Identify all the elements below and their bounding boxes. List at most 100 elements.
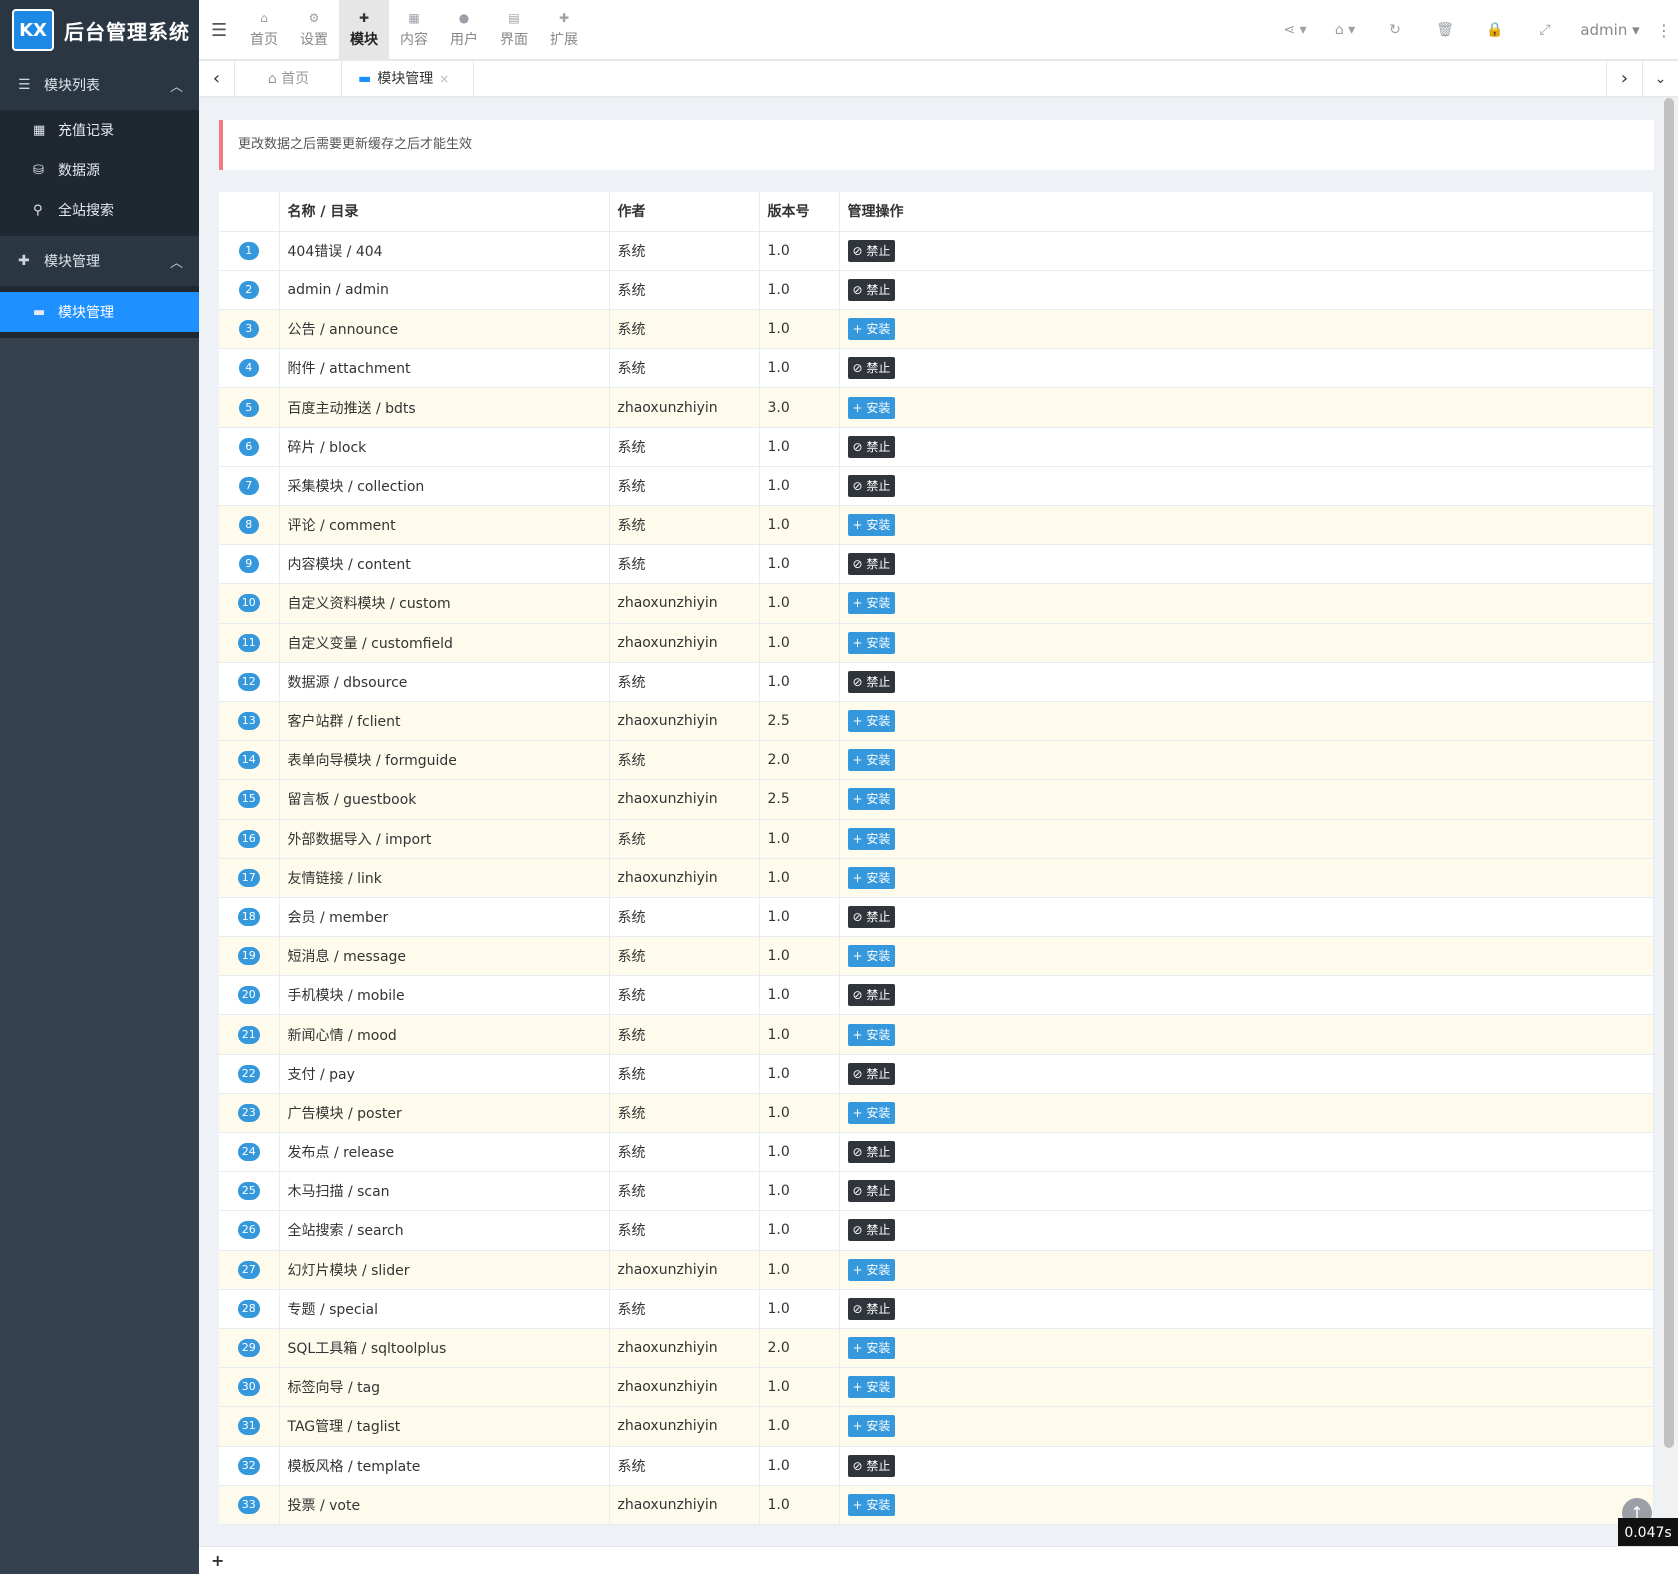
plus-icon: + [852, 753, 863, 768]
disable-button[interactable]: ⊘ 禁止 [847, 1180, 896, 1203]
version-cell: 1.0 [759, 1132, 840, 1173]
install-button[interactable]: + 安装 [847, 866, 896, 889]
row-number-badge: 16 [237, 829, 260, 848]
install-button[interactable]: + 安装 [847, 945, 896, 968]
disable-button[interactable]: ⊘ 禁止 [847, 278, 896, 301]
disable-button[interactable]: ⊘ 禁止 [847, 905, 896, 928]
row-number-cell: 30 [219, 1367, 280, 1408]
author-cell: 系统 [609, 348, 760, 389]
nav-group-module-list[interactable]: ☰ 模块列表 ︿ [0, 60, 199, 110]
nav-group-module-manage[interactable]: ✚ 模块管理 ︿ [0, 236, 199, 286]
home-dropdown-icon[interactable]: ⌂ ▾ [1320, 22, 1370, 38]
trash-icon[interactable]: 🗑 [1420, 22, 1470, 38]
row-number-cell: 3 [219, 309, 280, 350]
topmenu-settings[interactable]: ⚙ 设置 [289, 0, 339, 60]
folder-icon: ▬ [33, 304, 46, 320]
module-name-cell: SQL工具箱 / sqltoolplus [279, 1328, 610, 1369]
tab-scroll-left-icon[interactable]: ‹ [199, 61, 235, 97]
install-button[interactable]: + 安装 [847, 318, 896, 341]
sidebar-item-search[interactable]: ⚲ 全站搜索 [0, 190, 199, 230]
sidebar-item-module-manage[interactable]: ▬ 模块管理 [0, 292, 199, 332]
version-cell: 3.0 [759, 387, 840, 428]
install-button[interactable]: + 安装 [847, 1258, 896, 1281]
disable-button[interactable]: ⊘ 禁止 [847, 553, 896, 576]
install-button[interactable]: + 安装 [847, 396, 896, 419]
plus-icon: + [852, 400, 863, 415]
tab-home[interactable]: ⌂ 首页 [236, 61, 342, 97]
plus-icon: + [852, 596, 863, 611]
brand[interactable]: KX 后台管理系统 [0, 0, 199, 60]
install-button[interactable]: + 安装 [847, 1376, 896, 1399]
version-cell: 2.5 [759, 779, 840, 820]
tab-module-manage[interactable]: ▬ 模块管理 × [342, 61, 474, 97]
topmenu-interface[interactable]: ▤ 界面 [489, 0, 539, 60]
disable-button[interactable]: ⊘ 禁止 [847, 1141, 896, 1164]
row-number-badge: 17 [237, 868, 260, 887]
plus-icon[interactable]: + [211, 1551, 224, 1570]
more-icon[interactable]: ⋮ [1650, 21, 1678, 40]
table-row: 6 碎片 / block 系统 1.0 ⊘ 禁止 [219, 427, 1654, 467]
tab-scroll-right-icon[interactable]: › [1606, 61, 1642, 97]
install-button[interactable]: + 安装 [847, 710, 896, 733]
topmenu-home[interactable]: ⌂ 首页 [239, 0, 289, 60]
disable-button[interactable]: ⊘ 禁止 [847, 670, 896, 693]
disable-button[interactable]: ⊘ 禁止 [847, 1454, 896, 1477]
chevron-down-icon[interactable]: ⌄ [1642, 61, 1678, 97]
row-number-cell: 22 [219, 1054, 280, 1094]
ban-icon: ⊘ [852, 988, 863, 1003]
table-row: 29 SQL工具箱 / sqltoolplus zhaoxunzhiyin 2.0 + … [219, 1328, 1654, 1369]
row-number-badge: 9 [238, 555, 259, 574]
author-cell: 系统 [609, 1446, 760, 1486]
author-cell: 系统 [609, 936, 760, 977]
close-icon[interactable]: × [439, 72, 449, 86]
install-button[interactable]: + 安装 [847, 1337, 896, 1360]
row-number-badge: 19 [237, 947, 260, 966]
topmenu-extend[interactable]: ✚ 扩展 [539, 0, 589, 60]
user-menu[interactable]: admin ▾ [1570, 21, 1650, 39]
topmenu-modules[interactable]: ✚ 模块 [339, 0, 389, 60]
action-cell: ⊘ 禁止 [839, 231, 1654, 271]
disable-button[interactable]: ⊘ 禁止 [847, 984, 896, 1007]
install-button[interactable]: + 安装 [847, 1023, 896, 1046]
table-row: 15 留言板 / guestbook zhaoxunzhiyin 2.5 + 安装 [219, 779, 1654, 820]
disable-button[interactable]: ⊘ 禁止 [847, 1219, 896, 1242]
install-button[interactable]: + 安装 [847, 592, 896, 615]
lock-icon[interactable]: 🔒 [1470, 22, 1520, 38]
install-button[interactable]: + 安装 [847, 514, 896, 537]
row-number-cell: 23 [219, 1093, 280, 1134]
sidebar-item-recharge[interactable]: ▦ 充值记录 [0, 110, 199, 150]
install-button[interactable]: + 安装 [847, 1493, 896, 1516]
sidebar: KX 后台管理系统 ☰ 模块列表 ︿ ▦ 充值记录 ⛁ 数据源 ⚲ 全站搜索 ✚… [0, 0, 199, 1574]
install-button[interactable]: + 安装 [847, 1101, 896, 1124]
disable-button[interactable]: ⊘ 禁止 [847, 239, 896, 262]
install-button[interactable]: + 安装 [847, 788, 896, 811]
tab-label: 模块管理 [377, 71, 434, 87]
ban-icon: ⊘ [852, 1223, 863, 1238]
chevron-up-icon: ︿ [169, 256, 183, 271]
row-number-cell: 32 [219, 1446, 280, 1486]
plus-icon: + [852, 635, 863, 650]
row-number-cell: 16 [219, 819, 280, 859]
share-icon[interactable]: ⋖ ▾ [1270, 22, 1320, 38]
disable-button[interactable]: ⊘ 禁止 [847, 435, 896, 458]
disable-button[interactable]: ⊘ 禁止 [847, 1062, 896, 1085]
fullscreen-icon[interactable]: ⤢ [1520, 22, 1570, 38]
install-button[interactable]: + 安装 [847, 749, 896, 772]
table-row: 2 admin / admin 系统 1.0 ⊘ 禁止 [219, 270, 1654, 311]
topmenu-users[interactable]: ● 用户 [439, 0, 489, 60]
scrollbar-thumb[interactable] [1664, 98, 1674, 1448]
refresh-icon[interactable]: ↻ [1370, 22, 1420, 38]
topmenu-content[interactable]: ▦ 内容 [389, 0, 439, 60]
scrollbar[interactable] [1660, 98, 1678, 1546]
disable-button[interactable]: ⊘ 禁止 [847, 474, 896, 497]
disable-button[interactable]: ⊘ 禁止 [847, 1297, 896, 1320]
install-button[interactable]: + 安装 [847, 631, 896, 654]
row-number-cell: 1 [219, 231, 280, 271]
plus-icon: + [852, 518, 863, 533]
disable-button[interactable]: ⊘ 禁止 [847, 357, 896, 380]
sidebar-item-datasource[interactable]: ⛁ 数据源 [0, 150, 199, 190]
menu-toggle-icon[interactable]: ☰ [211, 20, 227, 41]
install-button[interactable]: + 安装 [847, 1415, 896, 1438]
install-button[interactable]: + 安装 [847, 827, 896, 850]
page-timer: 0.047s [1618, 1518, 1678, 1548]
